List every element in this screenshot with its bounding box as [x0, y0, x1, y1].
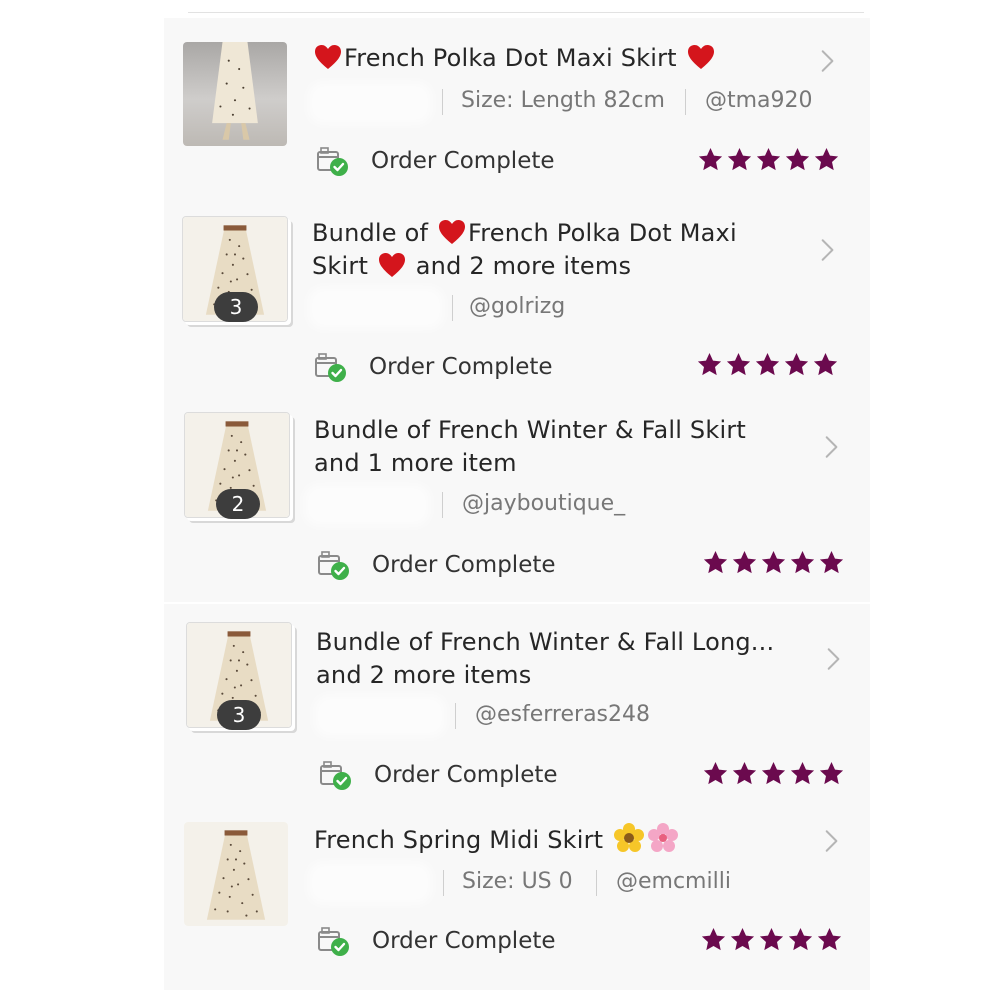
- order-status: Order Complete: [372, 928, 556, 954]
- order-title-text: French Spring Midi Skirt: [314, 826, 604, 854]
- star-icon: [789, 760, 816, 787]
- order-title-line2: and 2 more items: [316, 661, 532, 689]
- separator: [442, 492, 443, 518]
- package-check-icon: [314, 352, 348, 384]
- chevron-right-icon[interactable]: [818, 828, 844, 854]
- redacted-price: [314, 88, 426, 118]
- heart-emoji-icon: [687, 44, 715, 70]
- order-title[interactable]: Bundle of French Winter & Fall Long... a…: [316, 626, 796, 692]
- star-icon: [813, 146, 840, 173]
- separator: [455, 703, 456, 729]
- package-check-icon: [319, 760, 353, 792]
- separator: [443, 870, 444, 896]
- seller-username[interactable]: @emcmilli: [616, 869, 731, 894]
- product-thumbnail[interactable]: [184, 822, 288, 926]
- redacted-price: [314, 293, 438, 323]
- star-icon: [696, 351, 723, 378]
- heart-emoji-icon: [438, 219, 466, 245]
- order-title[interactable]: French Spring Midi Skirt: [314, 822, 679, 857]
- order-row[interactable]: 2 Bundle of French Winter & Fall Skirt a…: [164, 400, 870, 602]
- separator: [685, 89, 686, 115]
- star-icon: [697, 146, 724, 173]
- order-title[interactable]: Bundle of French Winter & Fall Skirt and…: [314, 414, 794, 480]
- order-status: Order Complete: [372, 552, 556, 578]
- heart-emoji-icon: [314, 44, 342, 70]
- item-size: Size: US 0: [462, 869, 573, 894]
- rating-stars: [702, 549, 845, 579]
- order-title-text: French Polka Dot Maxi: [467, 219, 737, 247]
- package-check-icon: [316, 146, 350, 178]
- redacted-price: [310, 490, 424, 520]
- seller-username[interactable]: @golrizg: [469, 294, 565, 319]
- order-title-text: Bundle of French Winter & Fall Skirt: [314, 416, 747, 444]
- order-row[interactable]: 3 Bundle of French Winter & Fall Long...…: [164, 604, 870, 806]
- star-icon: [754, 351, 781, 378]
- seller-username[interactable]: @jayboutique_: [462, 491, 625, 516]
- order-title-prefix: Bundle of: [312, 219, 436, 247]
- chevron-right-icon[interactable]: [814, 48, 840, 74]
- skirt-image: [212, 42, 258, 140]
- flower-emoji-icon: [647, 822, 679, 854]
- separator: [452, 295, 453, 321]
- star-icon: [702, 760, 729, 787]
- star-icon: [760, 549, 787, 576]
- star-icon: [702, 549, 729, 576]
- order-title-text: Bundle of French Winter & Fall Long...: [316, 628, 775, 656]
- star-icon: [731, 549, 758, 576]
- package-check-icon: [317, 550, 351, 582]
- order-status: Order Complete: [374, 762, 558, 788]
- star-icon: [758, 926, 785, 953]
- star-icon: [812, 351, 839, 378]
- separator: [442, 89, 443, 115]
- heart-emoji-icon: [378, 252, 406, 278]
- star-icon: [725, 351, 752, 378]
- star-icon: [783, 351, 810, 378]
- star-icon: [755, 146, 782, 173]
- separator: [596, 870, 597, 896]
- rating-stars: [696, 351, 839, 381]
- star-icon: [700, 926, 727, 953]
- order-title-line2: Skirt: [312, 252, 376, 280]
- chevron-right-icon[interactable]: [818, 434, 844, 460]
- order-title-suffix: and 2 more items: [407, 252, 632, 280]
- star-icon: [816, 926, 843, 953]
- star-icon: [818, 549, 845, 576]
- order-title-text: French Polka Dot Maxi Skirt: [344, 44, 677, 72]
- redacted-price: [320, 701, 440, 731]
- order-row[interactable]: 3 Bundle of French Polka Dot Maxi Skirt …: [164, 200, 870, 400]
- chevron-right-icon[interactable]: [820, 646, 846, 672]
- star-icon: [818, 760, 845, 787]
- package-check-icon: [317, 926, 351, 958]
- redacted-price: [314, 868, 426, 898]
- star-icon: [784, 146, 811, 173]
- order-row[interactable]: French Spring Midi Skirt Size: US 0 @emc…: [164, 806, 870, 990]
- order-title[interactable]: Bundle of French Polka Dot Maxi Skirt an…: [312, 217, 762, 283]
- star-icon: [760, 760, 787, 787]
- seller-username[interactable]: @tma920: [705, 88, 813, 113]
- star-icon: [726, 146, 753, 173]
- seller-username[interactable]: @esferreras248: [475, 702, 650, 727]
- product-thumbnail[interactable]: [183, 42, 287, 146]
- star-icon: [787, 926, 814, 953]
- chevron-right-icon[interactable]: [814, 237, 840, 263]
- order-title-line2: and 1 more item: [314, 449, 517, 477]
- bundle-count-badge: 3: [217, 700, 261, 730]
- skirt-image: [184, 822, 288, 926]
- bundle-count-badge: 2: [216, 489, 260, 519]
- rating-stars: [702, 760, 845, 790]
- rating-stars: [700, 926, 843, 956]
- star-icon: [789, 549, 816, 576]
- item-size: Size: Length 82cm: [461, 88, 665, 113]
- star-icon: [731, 760, 758, 787]
- bundle-count-badge: 3: [214, 292, 258, 322]
- order-list: French Polka Dot Maxi Skirt Size: Length…: [0, 0, 1000, 1000]
- star-icon: [729, 926, 756, 953]
- rating-stars: [697, 146, 840, 176]
- flower-emoji-icon: [613, 822, 645, 854]
- order-row[interactable]: French Polka Dot Maxi Skirt Size: Length…: [164, 18, 870, 200]
- order-status: Order Complete: [369, 354, 553, 380]
- order-title[interactable]: French Polka Dot Maxi Skirt: [312, 42, 717, 75]
- order-status: Order Complete: [371, 148, 555, 174]
